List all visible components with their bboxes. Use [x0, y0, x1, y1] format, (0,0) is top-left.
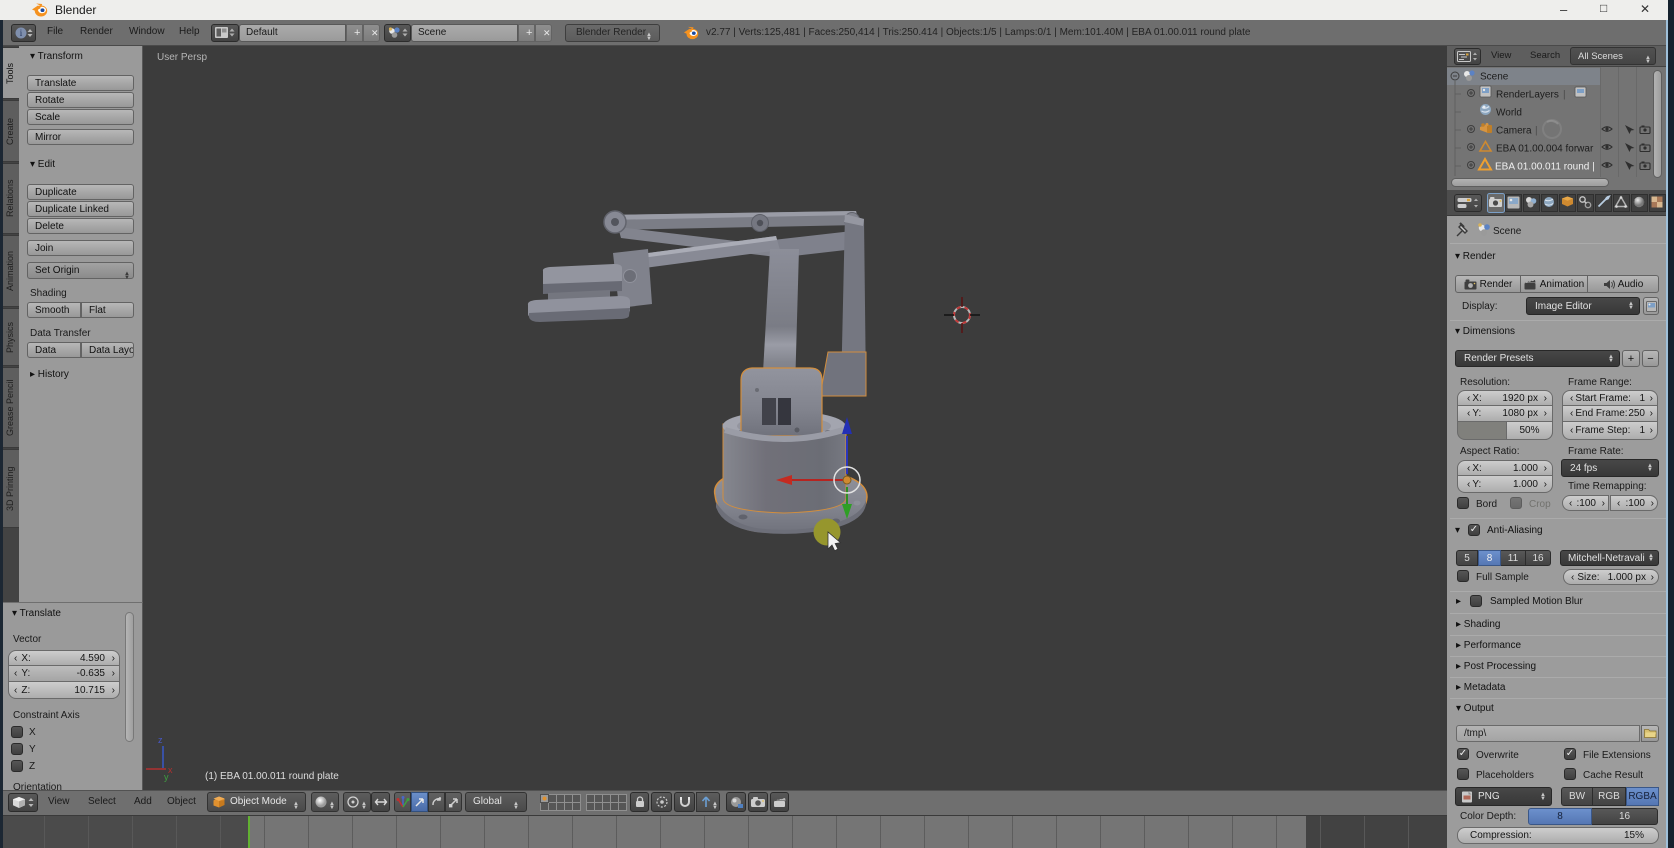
svg-text:RenderLayers: RenderLayers: [1496, 90, 1559, 101]
svg-text:y: y: [164, 772, 169, 782]
svg-text:|: |: [1563, 90, 1566, 101]
svg-text:z: z: [158, 735, 163, 745]
svg-text:Camera: Camera: [1496, 126, 1532, 137]
svg-text:EBA 01.00.011 round |: EBA 01.00.011 round |: [1495, 162, 1595, 173]
svg-text:World: World: [1496, 108, 1522, 119]
svg-text:Scene: Scene: [1480, 72, 1509, 83]
svg-text:x: x: [168, 765, 173, 775]
svg-text:|: |: [1535, 126, 1538, 137]
svg-text:EBA 01.00.004 forwar: EBA 01.00.004 forwar: [1496, 144, 1594, 155]
